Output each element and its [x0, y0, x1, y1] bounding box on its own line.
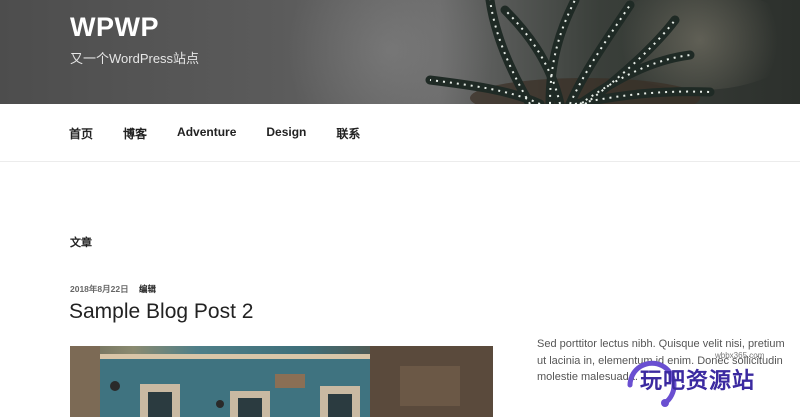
post-featured-image[interactable] — [70, 346, 493, 417]
nav-item-design[interactable]: Design — [266, 125, 306, 142]
site-title[interactable]: WPWP — [70, 12, 159, 43]
main-navigation: 首页 博客 Adventure Design 联系 — [0, 104, 800, 162]
post-title[interactable]: Sample Blog Post 2 — [69, 300, 253, 324]
post-date[interactable]: 2018年8月22日 — [70, 284, 129, 294]
nav-item-adventure[interactable]: Adventure — [177, 125, 236, 142]
building-illustration — [70, 346, 493, 417]
watermark-url: wbbx365.com — [715, 351, 765, 360]
nav-menu: 首页 博客 Adventure Design 联系 — [69, 125, 390, 142]
nav-item-contact[interactable]: 联系 — [336, 125, 360, 142]
site-header: WPWP 又一个WordPress站点 — [0, 0, 800, 104]
watermark-text: 玩吧资源站 — [640, 368, 756, 393]
nav-item-home[interactable]: 首页 — [69, 125, 93, 142]
edit-link[interactable]: 编辑 — [139, 284, 156, 294]
site-description: 又一个WordPress站点 — [70, 51, 200, 66]
post-meta: 2018年8月22日 编辑 — [70, 283, 156, 295]
plant-image — [425, 0, 715, 104]
nav-item-blog[interactable]: 博客 — [123, 125, 147, 142]
page-heading: 文章 — [70, 237, 92, 249]
